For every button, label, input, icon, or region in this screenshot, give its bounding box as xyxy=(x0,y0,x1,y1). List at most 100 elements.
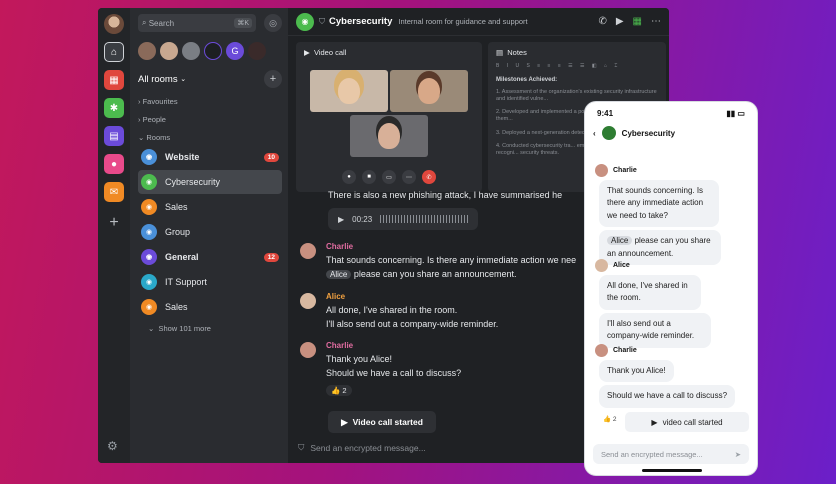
search-input[interactable]: ⌕ Search ⌘K xyxy=(138,14,256,32)
message-body: Alice please can you share an announceme… xyxy=(326,268,576,282)
message-bubble[interactable]: All done, I've shared in the room. xyxy=(599,275,701,310)
message-event[interactable]: Alice All done, I've shared in the room.… xyxy=(300,292,498,331)
more-icon[interactable]: ⋯ xyxy=(402,170,416,184)
add-room-button[interactable]: + xyxy=(264,70,282,88)
location-space-icon[interactable]: ● xyxy=(104,154,124,174)
phone-video-call-started[interactable]: ▶ video call started xyxy=(625,412,749,432)
call-controls: ● ■ ▭ ⋯ ✆ xyxy=(296,170,482,184)
room-list-item[interactable]: ◉ Sales xyxy=(138,195,282,219)
reaction-badge[interactable]: 👍 2 xyxy=(326,385,352,396)
message-event[interactable]: Charlie Thank you Alice! Should we have … xyxy=(300,341,461,398)
section-favourites[interactable]: › Favourites xyxy=(138,97,282,106)
video-call-started-button[interactable]: ▶ Video call started xyxy=(328,411,436,433)
sender-avatar[interactable] xyxy=(300,342,316,358)
user-avatar[interactable] xyxy=(104,14,124,34)
green-space-icon[interactable]: ✱ xyxy=(104,98,124,118)
recent-avatar[interactable] xyxy=(160,42,178,60)
user-mention-pill[interactable]: Alice xyxy=(326,269,352,279)
room-avatar-icon: ◉ xyxy=(141,299,157,315)
room-header: ◉ ⛉ Cybersecurity Internal room for guid… xyxy=(288,8,669,36)
show-more-button[interactable]: ⌄ Show 101 more xyxy=(148,324,282,333)
message-bubble[interactable]: Should we have a call to discuss? xyxy=(599,385,736,408)
video-call-title-text: Video call xyxy=(313,48,347,57)
phone-message[interactable]: Alice All done, I've shared in the room.… xyxy=(595,259,711,348)
sender-name: Charlie xyxy=(613,347,637,354)
room-avatar-icon: ◉ xyxy=(141,249,157,265)
play-icon[interactable]: ▶ xyxy=(338,215,344,224)
sender-name[interactable]: Alice xyxy=(326,292,498,301)
call-started-label: video call started xyxy=(662,417,723,427)
rooms-list: ◉ Website 10 ◉ Cybersecurity ◉ Sales ◉ Group ◉ Gen… xyxy=(138,145,282,319)
voice-message[interactable]: ▶ 00:23 xyxy=(328,208,478,230)
user-mention-pill[interactable]: Alice xyxy=(607,236,633,246)
add-space-icon[interactable]: + xyxy=(109,214,118,232)
phone-sender[interactable]: Charlie xyxy=(595,344,735,357)
phone-room-name[interactable]: Cybersecurity xyxy=(622,129,675,138)
signal-battery-icon: ▮▮ ▭ xyxy=(726,109,745,118)
unread-badge: 10 xyxy=(263,152,279,162)
microphone-icon[interactable]: ● xyxy=(342,170,356,184)
settings-gear-icon[interactable]: ⚙ xyxy=(107,439,118,453)
sender-avatar[interactable] xyxy=(300,243,316,259)
recent-avatar[interactable] xyxy=(138,42,156,60)
section-people[interactable]: › People xyxy=(138,115,282,124)
room-avatar[interactable]: ◉ xyxy=(296,12,314,31)
building-space-icon[interactable]: ▦ xyxy=(104,70,124,90)
participant-tile[interactable] xyxy=(390,70,468,112)
participant-tile[interactable] xyxy=(310,70,388,112)
message-bubble[interactable]: That sounds concerning. Is there any imm… xyxy=(599,180,719,228)
room-avatar[interactable] xyxy=(601,126,616,140)
reaction-badge[interactable]: 👍 2 xyxy=(603,415,617,423)
phone-sender[interactable]: Alice xyxy=(595,259,711,272)
room-name: General xyxy=(165,252,199,262)
phone-message-composer[interactable]: Send an encrypted message... ➤ xyxy=(593,444,749,464)
voice-duration: 00:23 xyxy=(352,214,373,224)
room-list-item[interactable]: ◉ Website 10 xyxy=(138,145,282,169)
recent-avatar-g[interactable]: G xyxy=(226,42,244,60)
room-list-item[interactable]: ◉ IT Support xyxy=(138,270,282,294)
room-name[interactable]: Cybersecurity xyxy=(329,16,392,27)
send-icon[interactable]: ➤ xyxy=(735,450,741,459)
hang-up-icon[interactable]: ✆ xyxy=(422,170,436,184)
voice-waveform[interactable] xyxy=(380,215,468,223)
section-label: Rooms xyxy=(146,133,171,142)
participant-tile[interactable] xyxy=(350,115,428,157)
section-rooms[interactable]: ⌄ Rooms xyxy=(138,133,282,142)
room-list-item[interactable]: ◉ Group xyxy=(138,220,282,244)
room-list-panel: ⌕ Search ⌘K ◎ G All rooms ⌄ + › Favourit… xyxy=(130,8,288,463)
recent-avatar[interactable] xyxy=(204,42,222,60)
recent-avatar[interactable] xyxy=(182,42,200,60)
message-bubble[interactable]: Thank you Alice! xyxy=(599,360,674,383)
sender-name[interactable]: Charlie xyxy=(326,341,461,350)
more-options-icon[interactable]: ⋯ xyxy=(651,16,661,27)
home-space-icon[interactable]: ⌂ xyxy=(104,42,124,62)
all-rooms-dropdown[interactable]: All rooms ⌄ + xyxy=(138,70,282,88)
phone-sender[interactable]: Charlie xyxy=(595,164,721,177)
notes-format-toolbar[interactable]: B I U S ≡ ≡ ≡ ☰ ☰ ◧ ⌂ ⌶ xyxy=(496,63,658,71)
mail-space-icon[interactable]: ✉ xyxy=(104,182,124,202)
sender-name: Charlie xyxy=(613,167,637,174)
back-chevron-icon[interactable]: ‹ xyxy=(593,129,596,138)
sender-avatar xyxy=(595,259,608,272)
room-list-item[interactable]: ◉ Cybersecurity xyxy=(138,170,282,194)
phone-message[interactable]: Charlie That sounds concerning. Is there… xyxy=(595,164,721,265)
video-call-icon[interactable]: ▶ xyxy=(616,16,624,27)
recent-avatar[interactable] xyxy=(248,42,266,60)
room-list-item[interactable]: ◉ General 12 xyxy=(138,245,282,269)
apps-grid-icon[interactable]: ▦ xyxy=(633,16,642,27)
room-list-item[interactable]: ◉ Sales xyxy=(138,295,282,319)
camera-icon[interactable]: ■ xyxy=(362,170,376,184)
message-bubble[interactable]: I'll also send out a company-wide remind… xyxy=(599,312,711,348)
notes-title: ▤ Notes xyxy=(488,42,666,63)
screen-share-icon[interactable]: ▭ xyxy=(382,170,396,184)
calendar-space-icon[interactable]: ▤ xyxy=(104,126,124,146)
message-body: That sounds concerning. Is there any imm… xyxy=(326,255,577,265)
message-event[interactable]: Charlie That sounds concerning. Is there… xyxy=(300,242,576,281)
sender-avatar[interactable] xyxy=(300,293,316,309)
sender-name[interactable]: Charlie xyxy=(326,242,576,251)
message-body: Should we have a call to discuss? xyxy=(326,367,462,378)
video-camera-icon: ▶ xyxy=(341,416,348,427)
message-composer[interactable]: ⛉ Send an encrypted message... xyxy=(298,442,426,453)
phone-call-icon[interactable]: ✆ xyxy=(598,16,606,27)
explore-compass-icon[interactable]: ◎ xyxy=(264,14,282,32)
